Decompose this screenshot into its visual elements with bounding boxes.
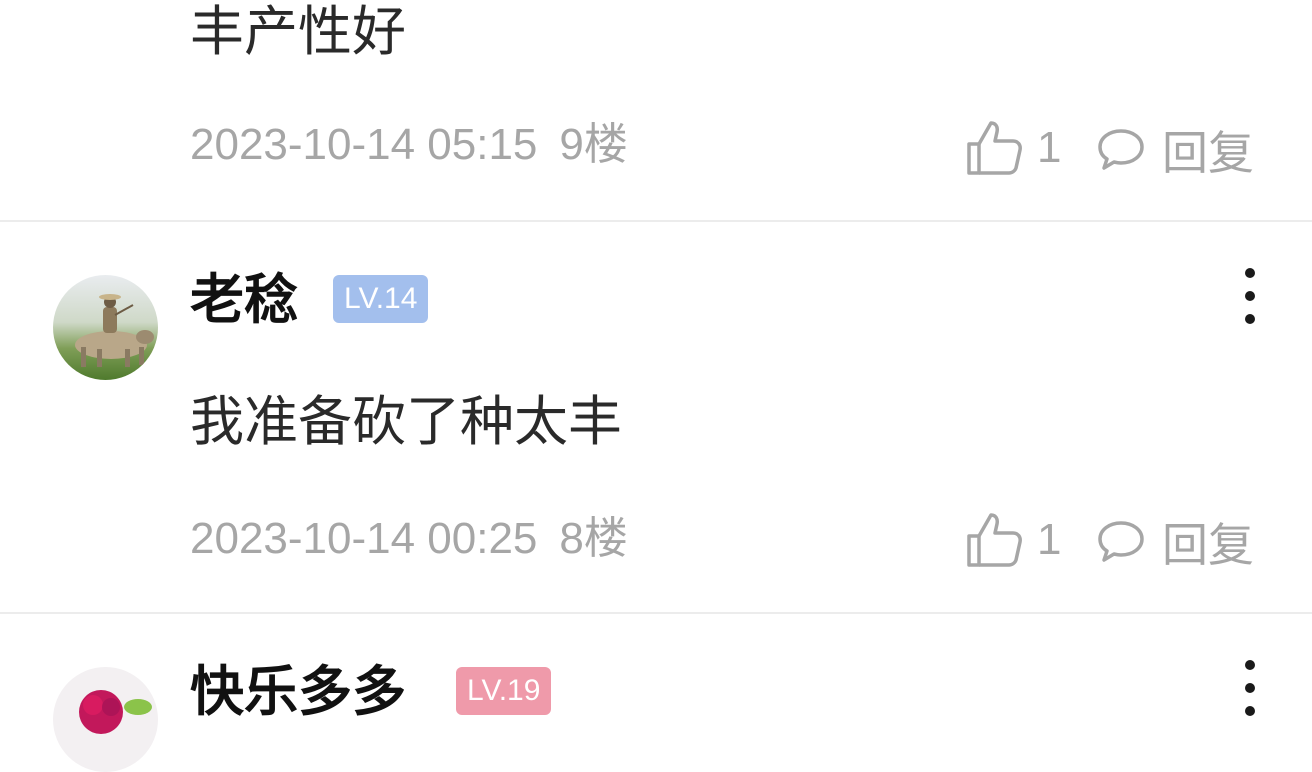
avatar[interactable]: [53, 667, 158, 772]
reply-label: 回复: [1162, 518, 1254, 572]
comment-meta: 2023-10-14 00:25 8楼: [190, 512, 628, 566]
like-count: 1: [1037, 123, 1062, 172]
more-options-button[interactable]: [1230, 268, 1270, 324]
avatar[interactable]: [53, 275, 158, 380]
username[interactable]: 老稔: [190, 270, 298, 330]
comment-item-7: 快乐多多 LV.19: [0, 614, 1312, 772]
level-badge: LV.19: [456, 667, 552, 715]
thumbs-up-icon: [967, 513, 1022, 567]
comment-floor: 8楼: [559, 514, 628, 563]
comment-text: 我准备砍了种太丰: [190, 390, 622, 453]
comment-time: 2023-10-14 05:15: [190, 120, 538, 169]
comment-time: 2023-10-14 00:25: [190, 514, 538, 563]
comment-floor: 9楼: [559, 120, 628, 169]
more-vertical-icon-dot: [1245, 291, 1255, 301]
more-options-button[interactable]: [1230, 660, 1270, 716]
reply-button[interactable]: 回复: [1096, 512, 1254, 572]
comment-meta: 2023-10-14 05:15 9楼: [190, 118, 628, 172]
thumbs-up-icon: [967, 121, 1022, 175]
like-button[interactable]: 1: [965, 118, 1061, 178]
more-vertical-icon-dot: [1245, 314, 1255, 324]
like-count: 1: [1037, 515, 1062, 564]
level-badge: LV.14: [333, 275, 429, 323]
speech-bubble-icon: [1098, 129, 1144, 170]
username[interactable]: 快乐多多: [190, 662, 406, 722]
like-button[interactable]: 1: [965, 510, 1061, 570]
reply-button[interactable]: 回复: [1096, 120, 1254, 180]
more-vertical-icon-dot: [1245, 683, 1255, 693]
comment-item-8: 老稔 LV.14 我准备砍了种太丰 2023-10-14 00:25 8楼 1 回…: [0, 222, 1312, 612]
comment-item-9: 丰产性好 2023-10-14 05:15 9楼 1 回复: [0, 0, 1312, 220]
comment-text: 丰产性好: [190, 0, 406, 63]
more-vertical-icon: [1245, 268, 1255, 278]
avatar-image: [53, 667, 158, 772]
avatar-image: [53, 275, 158, 380]
more-vertical-icon: [1245, 660, 1255, 670]
reply-label: 回复: [1162, 126, 1254, 180]
more-vertical-icon-dot: [1245, 706, 1255, 716]
speech-bubble-icon: [1098, 521, 1144, 562]
